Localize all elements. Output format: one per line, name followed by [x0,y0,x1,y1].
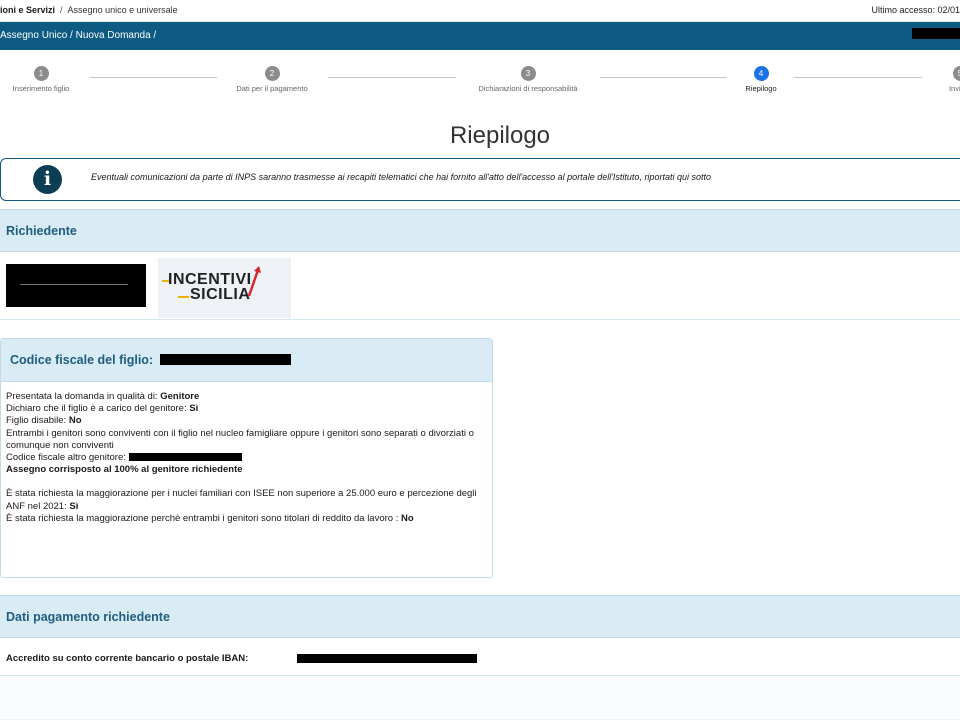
carico-label: Dichiaro che il figlio è a carico del ge… [6,403,190,415]
redacted-iban [297,654,477,663]
next-section-row [0,677,960,720]
step-number: 3 [520,66,536,81]
conviventi-text: Entrambi i genitori sono conviventi con … [6,427,474,451]
step-label: Riepilogo [745,84,777,93]
step-number: 2 [264,66,280,81]
pagamento-header: Dati pagamento richiedente [0,595,960,638]
step-1[interactable]: 1 Inserimento figlio [0,60,106,93]
logo-line-2: SICILIA [190,286,251,303]
step-number: 4 [753,66,769,81]
redacted-user-name [912,28,960,39]
step-5[interactable]: 5 Invia d [895,60,960,93]
step-label: Inserimento figlio [12,84,70,93]
step-number: 5 [952,66,960,81]
presentata-value: Genitore [160,391,200,402]
info-notice-text: Eventuali comunicazioni da parte di INPS… [91,172,711,182]
reddito-row: È stata richiesta la maggiorazione perch… [6,513,488,525]
figlio-card-body: Presentata la domanda in qualità di: Gen… [6,391,488,525]
breadcrumb: ioni e Servizi / Assegno unico e universal… [0,5,178,15]
service-nav-bar: Assegno Unico / Nuova Domanda / [0,22,960,50]
presentata-label: Presentata la domanda in qualità di: [6,391,161,402]
step-label: Dichiarazioni di responsabilità [478,84,578,93]
disabile-row: Figlio disabile: No [6,415,488,427]
breadcrumb-parent[interactable]: ioni e Servizi [0,5,55,15]
iban-label: Accredito su conto corrente bancario o p… [6,653,249,664]
last-access-text: Ultimo accesso: 02/01 [871,5,960,15]
page-title: Riepilogo [449,122,551,149]
figlio-card: Codice fiscale del figlio: Presentata la… [0,338,493,578]
isee-row: È stata richiesta la maggiorazione per i… [6,488,488,512]
cf-altro-row: Codice fiscale altro genitore: [6,452,488,464]
reddito-value: No [401,512,414,524]
presentata-row: Presentata la domanda in qualità di: Gen… [6,391,488,403]
breadcrumb-current: Assegno unico e universale [67,5,178,15]
figlio-card-header: Codice fiscale del figlio: [1,339,492,382]
step-label: Dati per il pagamento [236,84,308,93]
reddito-label: È stata richiesta la maggiorazione perch… [6,512,401,524]
carico-row: Dichiaro che il figlio è a carico del ge… [6,403,488,415]
step-3[interactable]: 3 Dichiarazioni di responsabilità [463,60,593,93]
step-2[interactable]: 2 Dati per il pagamento [207,60,337,93]
section-title: Richiedente [6,224,77,238]
assegno-text-value: Assegno corrisposto al 100% al genitore … [6,464,243,476]
cf-altro-label: Codice fiscale altro genitore: [6,452,129,464]
redacted-applicant-name [6,264,146,307]
assegno-text: Assegno corrisposto al 100% al genitore … [6,464,488,476]
isee-value: Sì [69,500,79,512]
step-4[interactable]: 4 Riepilogo [696,60,826,93]
card-title: Codice fiscale del figlio: [10,353,154,367]
info-icon: i [33,165,62,194]
richiedente-header: Richiedente [0,209,960,252]
logo-dash [178,296,189,298]
incentivi-sicilia-logo: INCENTIVI SICILIA [158,258,291,318]
top-bar: ioni e Servizi / Assegno unico e universal… [0,0,960,22]
breadcrumb-separator: / [60,5,63,15]
carico-value: Sì [189,403,199,415]
disabile-value: No [68,415,82,427]
section-title: Dati pagamento richiedente [6,610,170,624]
logo-arrow-icon [247,266,261,297]
disabile-label: Figlio disabile: [6,415,69,427]
step-number: 1 [33,66,49,81]
step-label: Invia d [948,84,960,93]
pagamento-body: Accredito su conto corrente bancario o p… [0,639,960,676]
info-notice: i Eventuali comunicazioni da parte di IN… [0,158,960,201]
service-breadcrumb[interactable]: Assegno Unico / Nuova Domanda / [0,30,156,41]
redacted-other-parent-cf [128,453,242,462]
wizard-stepper: 1 Inserimento figlio 2 Dati per il pagam… [0,60,960,100]
redacted-child-cf [160,354,291,365]
